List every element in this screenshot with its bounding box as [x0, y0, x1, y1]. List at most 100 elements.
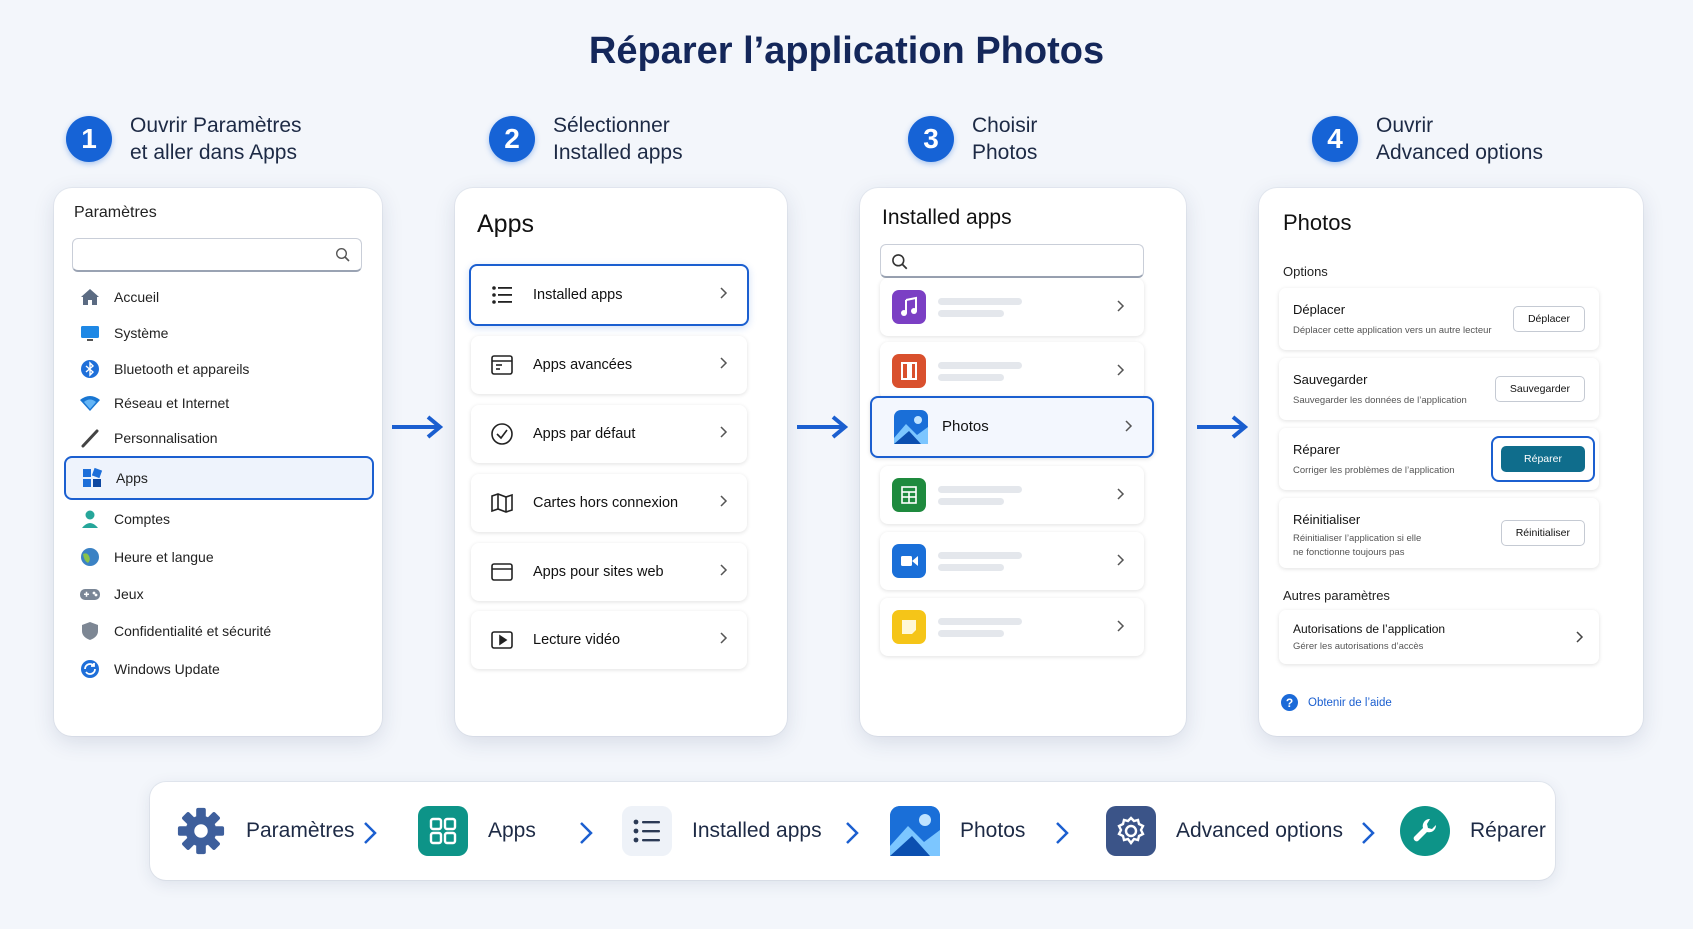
settings-search-input[interactable]: [72, 238, 362, 272]
apps-menu-apps-pour-sites-web[interactable]: Apps pour sites web: [471, 543, 747, 601]
breadcrumb-item-apps[interactable]: Apps: [418, 804, 536, 858]
globe-icon: [78, 545, 102, 569]
breadcrumb-item-installed-apps[interactable]: Installed apps: [622, 804, 822, 858]
apps-menu-apps-par-d-faut[interactable]: Apps par défaut: [471, 405, 747, 463]
get-help-link[interactable]: ? Obtenir de l’aide: [1281, 694, 1392, 711]
chevron-right-icon: [846, 822, 859, 844]
chevron-right-icon: [1116, 363, 1126, 382]
placeholder-line: [938, 310, 1004, 317]
apps-menu-apps-avanc-es[interactable]: Apps avancées: [471, 336, 747, 394]
apps-menu-cartes-hors-connexion[interactable]: Cartes hors connexion: [471, 474, 747, 532]
sidebar-item-label: Comptes: [114, 511, 171, 527]
gamepad-icon: [78, 582, 102, 606]
sidebar-item-confidentialit-et-s-curit-[interactable]: Confidentialité et sécurité: [64, 612, 374, 650]
sidebar-item-label: Réseau et Internet: [114, 395, 230, 411]
placeholder-line: [938, 552, 1022, 559]
sidebar-item-syst-me[interactable]: Système: [64, 314, 374, 352]
option-title: Réinitialiser: [1293, 512, 1361, 527]
sidebar-item-comptes[interactable]: Comptes: [64, 500, 374, 538]
chevron-right-icon: [1576, 631, 1584, 643]
arrow-right-icon: [1197, 415, 1249, 439]
options-section-label: Options: [1283, 264, 1328, 279]
apps-menu-label: Apps pour sites web: [533, 564, 664, 580]
person-icon: [78, 507, 102, 531]
backup-button[interactable]: Sauvegarder: [1494, 376, 1585, 402]
shield-icon: [78, 619, 102, 643]
step-2-header: 2 Sélectionner Installed apps: [489, 112, 683, 166]
chevron-right-icon: [364, 822, 377, 844]
sidebar-item-jeux[interactable]: Jeux: [64, 575, 374, 613]
check-circle-icon: [489, 421, 515, 447]
apps-menu-label: Installed apps: [533, 287, 623, 303]
apps-menu-label: Cartes hors connexion: [533, 495, 679, 511]
installed-app-row[interactable]: [880, 532, 1144, 590]
placeholder-line: [938, 564, 1004, 571]
installed-app-row[interactable]: [880, 598, 1144, 656]
help-label: Obtenir de l’aide: [1308, 696, 1392, 709]
step-label: Sélectionner Installed apps: [553, 114, 683, 164]
chevron-right-icon: [719, 286, 729, 304]
sidebar-item-personnalisation[interactable]: Personnalisation: [64, 419, 374, 457]
installed-app-row[interactable]: [880, 342, 1144, 400]
option-title: Réparer: [1293, 442, 1340, 457]
breadcrumb: Paramètres Apps Installed apps Photos Ad…: [150, 782, 1555, 880]
chevron-right-icon: [1116, 619, 1126, 638]
breadcrumb-label: Réparer: [1470, 819, 1546, 842]
placeholder-line: [938, 618, 1022, 625]
breadcrumb-item-photos[interactable]: Photos: [890, 804, 1025, 858]
breadcrumb-label: Paramètres: [246, 819, 355, 842]
sidebar-item-label: Personnalisation: [114, 430, 218, 446]
option-description: Réinitialiser l’application si elle ne f…: [1293, 533, 1422, 558]
app-name: Photos: [942, 418, 989, 435]
breadcrumb-item-settings[interactable]: Paramètres: [176, 804, 355, 858]
option-description: Corriger les problèmes de l’application: [1293, 465, 1455, 476]
placeholder-line: [938, 374, 1004, 381]
apps-menu-installed-apps[interactable]: Installed apps: [469, 264, 749, 326]
installed-app-row[interactable]: [880, 278, 1144, 336]
sidebar-item-r-seau-et-internet[interactable]: Réseau et Internet: [64, 384, 374, 422]
apps-menu-lecture-vid-o[interactable]: Lecture vidéo: [471, 611, 747, 669]
reset-button[interactable]: Réinitialiser: [1500, 520, 1585, 546]
sidebar-item-heure-et-langue[interactable]: Heure et langue: [64, 538, 374, 576]
list-icon: [622, 806, 672, 856]
option-description: Sauvegarder les données de l’application: [1293, 395, 1467, 406]
placeholder-line: [938, 362, 1022, 369]
placeholder-line: [938, 486, 1022, 493]
sidebar-item-label: Accueil: [114, 289, 160, 305]
option-repair: Réparer Corriger les problèmes de l’appl…: [1279, 428, 1599, 490]
monitor-icon: [78, 321, 102, 345]
installed-apps-search-input[interactable]: [880, 244, 1144, 278]
breadcrumb-item-repair[interactable]: Réparer: [1400, 804, 1546, 858]
update-icon: [78, 657, 102, 681]
app-permissions-row[interactable]: Autorisations de l’application Gérer les…: [1279, 610, 1599, 664]
sidebar-item-windows-update[interactable]: Windows Update: [64, 650, 374, 688]
step-number: 2: [489, 116, 535, 162]
installed-app-row[interactable]: [880, 466, 1144, 524]
apps-icon: [80, 466, 104, 490]
sidebar-item-label: Windows Update: [114, 661, 220, 677]
page-title: Réparer l’application Photos: [588, 30, 1105, 72]
photos-options-panel: Photos Options Déplacer Déplacer cette a…: [1259, 188, 1643, 736]
sticky-notes-app-icon: [892, 610, 926, 644]
permissions-title: Autorisations de l’application: [1293, 622, 1446, 636]
sidebar-item-bluetooth-et-appareils[interactable]: Bluetooth et appareils: [64, 350, 374, 388]
sidebar-item-apps[interactable]: Apps: [64, 456, 374, 500]
sidebar-item-label: Système: [114, 325, 169, 341]
step-number: 3: [908, 116, 954, 162]
browser-window-icon: [489, 559, 515, 585]
chevron-right-icon: [1056, 822, 1069, 844]
sidebar-item-accueil[interactable]: Accueil: [64, 278, 374, 316]
installed-app-photos[interactable]: Photos: [870, 396, 1154, 458]
move-button[interactable]: Déplacer: [1512, 306, 1585, 332]
brush-icon: [78, 426, 102, 450]
apps-title: Apps: [477, 210, 534, 238]
list-icon: [489, 282, 515, 308]
repair-button[interactable]: Réparer: [1501, 446, 1585, 472]
bluetooth-icon: [78, 357, 102, 381]
breadcrumb-item-advanced-options[interactable]: Advanced options: [1106, 804, 1343, 858]
advanced-apps-icon: [489, 352, 515, 378]
sheets-app-icon: [892, 478, 926, 512]
map-icon: [489, 490, 515, 516]
placeholder-line: [938, 630, 1004, 637]
photos-app-icon: [894, 410, 928, 444]
